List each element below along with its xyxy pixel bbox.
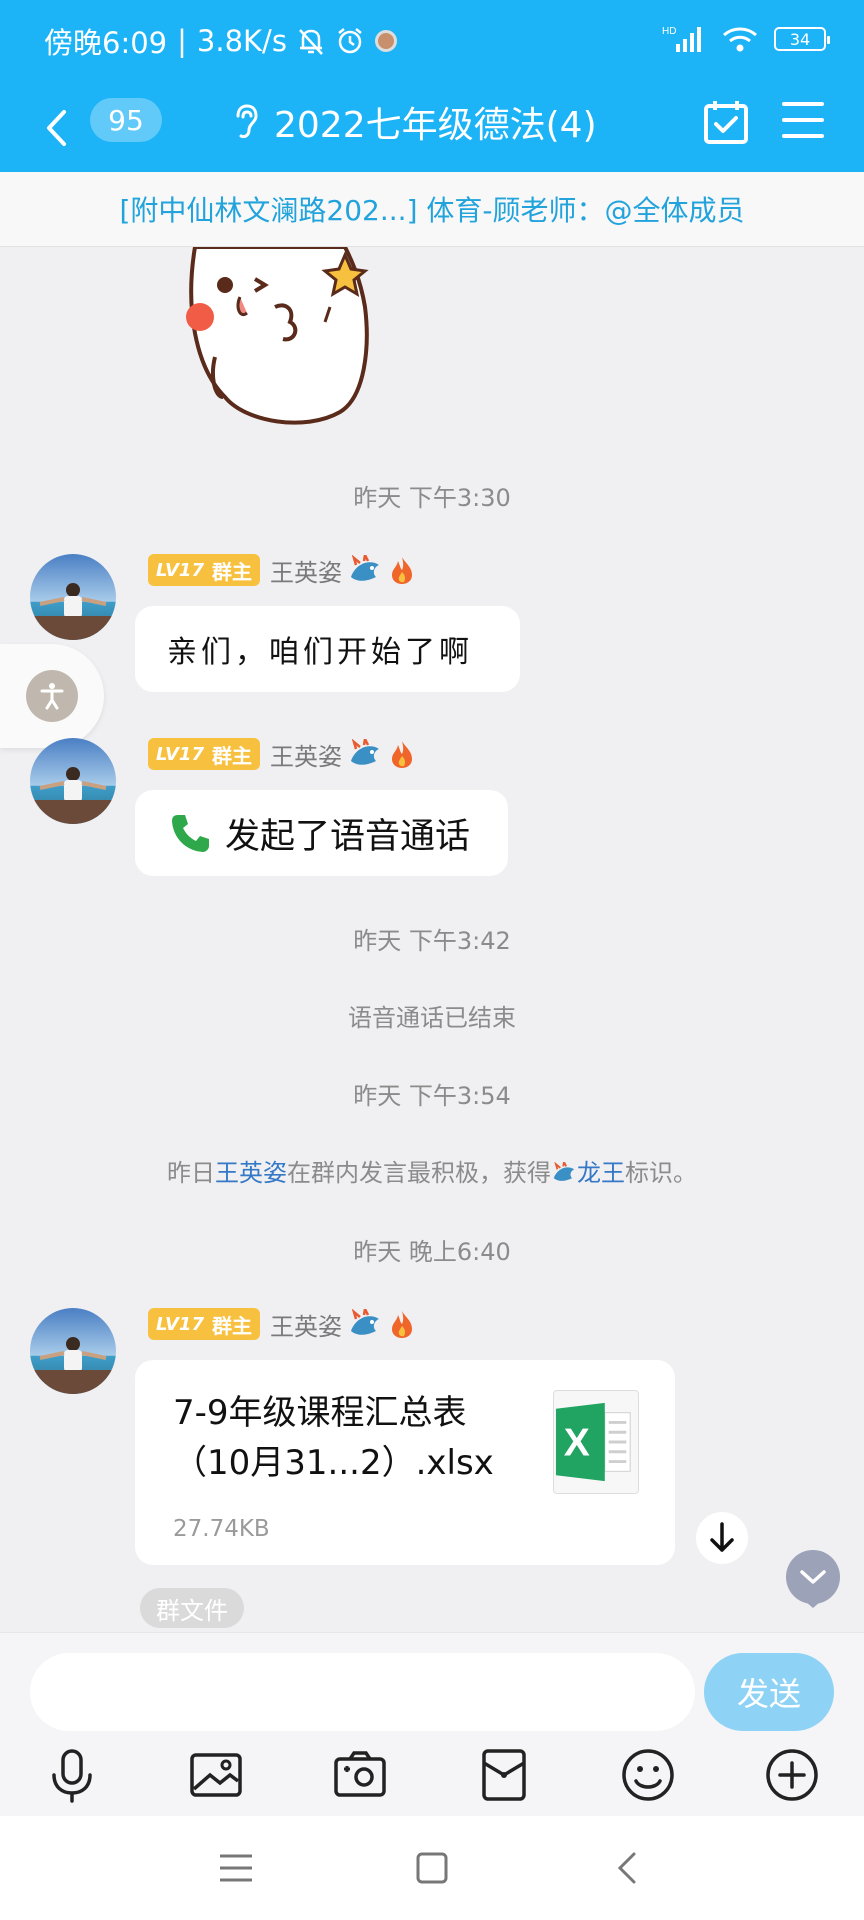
back-icon (47, 110, 66, 146)
header: 傍晚6:09 | 3.8K/s HD 34 95 2022七年级德法(4) (0, 0, 864, 172)
camera-icon[interactable] (330, 1745, 390, 1805)
timestamp: 昨天 下午3:30 (353, 484, 511, 512)
scroll-down-icon[interactable] (784, 1550, 842, 1608)
avatar[interactable] (30, 554, 116, 640)
dragon-king-icon (350, 555, 379, 581)
download-button[interactable] (696, 1512, 748, 1564)
input-toolbar (0, 1745, 864, 1813)
send-button[interactable]: 发送 (704, 1653, 834, 1731)
fire-icon (391, 1311, 412, 1338)
status-speed: 3.8K/s (196, 24, 287, 58)
group-title: 2022七年级德法(4) (274, 105, 597, 146)
dragon-king-icon (350, 739, 379, 765)
fire-icon (391, 557, 412, 584)
signal-icon: HD (662, 26, 701, 52)
level-badge: LV17 群主 (148, 1308, 260, 1340)
message-bubble[interactable]: 亲们，咱们开始了啊 (135, 606, 520, 692)
home-icon[interactable] (412, 1850, 452, 1886)
group-file-tag[interactable]: 群文件 (140, 1588, 244, 1628)
wifi-icon (723, 27, 757, 52)
status-time: 傍晚6:09 (44, 26, 168, 60)
call-label: 发起了语音通话 (225, 816, 471, 857)
microphone-icon[interactable] (42, 1745, 102, 1805)
fire-icon (391, 741, 412, 768)
message-input[interactable] (30, 1653, 695, 1731)
download-icon (710, 1522, 734, 1552)
svg-text:HD: HD (662, 26, 676, 37)
member-link[interactable]: 王英姿 (215, 1159, 287, 1187)
red-packet-icon[interactable] (474, 1745, 534, 1805)
file-size: 27.74KB (173, 1516, 270, 1542)
image-icon[interactable] (186, 1745, 246, 1805)
sender-name[interactable]: 王英姿 (270, 553, 342, 588)
sender-name[interactable]: 王英姿 (270, 737, 342, 772)
level-badge: LV17 群主 (148, 554, 260, 586)
avatar[interactable] (30, 738, 116, 824)
recent-apps-icon[interactable] (216, 1850, 256, 1886)
nav-bar: 95 2022七年级德法(4) (0, 84, 864, 172)
file-message-bubble[interactable]: 7-9年级课程汇总表（10月31...2）.xlsx 27.74KB X (135, 1360, 675, 1565)
voice-call-bubble[interactable]: 发起了语音通话 (135, 790, 508, 876)
unread-count-badge[interactable]: 95 (90, 98, 162, 142)
app-notification-icon (374, 30, 397, 52)
back-button[interactable] (44, 100, 80, 156)
group-announcement[interactable]: [附中仙林文澜路202...] 体育-顾老师：@全体成员 (0, 172, 864, 247)
sticker-image[interactable] (165, 247, 415, 432)
badge-title-link[interactable]: 龙王 (577, 1159, 625, 1187)
excel-icon: X (553, 1390, 639, 1494)
input-area: 发送 (0, 1632, 864, 1816)
accessibility-button[interactable] (0, 644, 104, 748)
sender-meta: LV17 群主 王英姿 (148, 553, 416, 587)
sender-meta: LV17 群主 王英姿 (148, 737, 416, 771)
alarm-icon (338, 28, 362, 54)
phone-icon (172, 815, 209, 852)
dragon-king-icon (350, 1309, 379, 1335)
sender-meta: LV17 群主 王英姿 (148, 1307, 416, 1341)
status-bar: 傍晚6:09 | 3.8K/s HD 34 (0, 0, 864, 84)
timestamp: 昨天 晚上6:40 (353, 1238, 511, 1266)
earpiece-icon[interactable] (230, 102, 260, 142)
timestamp: 昨天 下午3:54 (353, 1082, 511, 1110)
bell-off-icon (299, 29, 323, 55)
timestamp: 昨天 下午3:42 (353, 927, 511, 955)
menu-icon[interactable] (782, 100, 824, 140)
calendar-check-icon[interactable] (702, 98, 750, 146)
system-back-icon[interactable] (608, 1850, 648, 1886)
avatar[interactable] (30, 1308, 116, 1394)
emoji-icon[interactable] (618, 1745, 678, 1805)
level-badge: LV17 群主 (148, 738, 260, 770)
dragon-king-icon (553, 1159, 575, 1181)
system-navigation-bar (0, 1816, 864, 1920)
file-name: 7-9年级课程汇总表（10月31...2）.xlsx (173, 1393, 494, 1483)
plus-icon[interactable] (762, 1745, 822, 1805)
system-message: 语音通话已结束 (348, 1004, 516, 1032)
system-message: 昨日王英姿在群内发言最积极，获得 龙王标识。 (167, 1159, 697, 1187)
svg-text:X: X (564, 1422, 590, 1465)
sender-name[interactable]: 王英姿 (270, 1307, 342, 1342)
accessibility-icon (40, 683, 64, 710)
battery-indicator: 34 (774, 27, 830, 51)
